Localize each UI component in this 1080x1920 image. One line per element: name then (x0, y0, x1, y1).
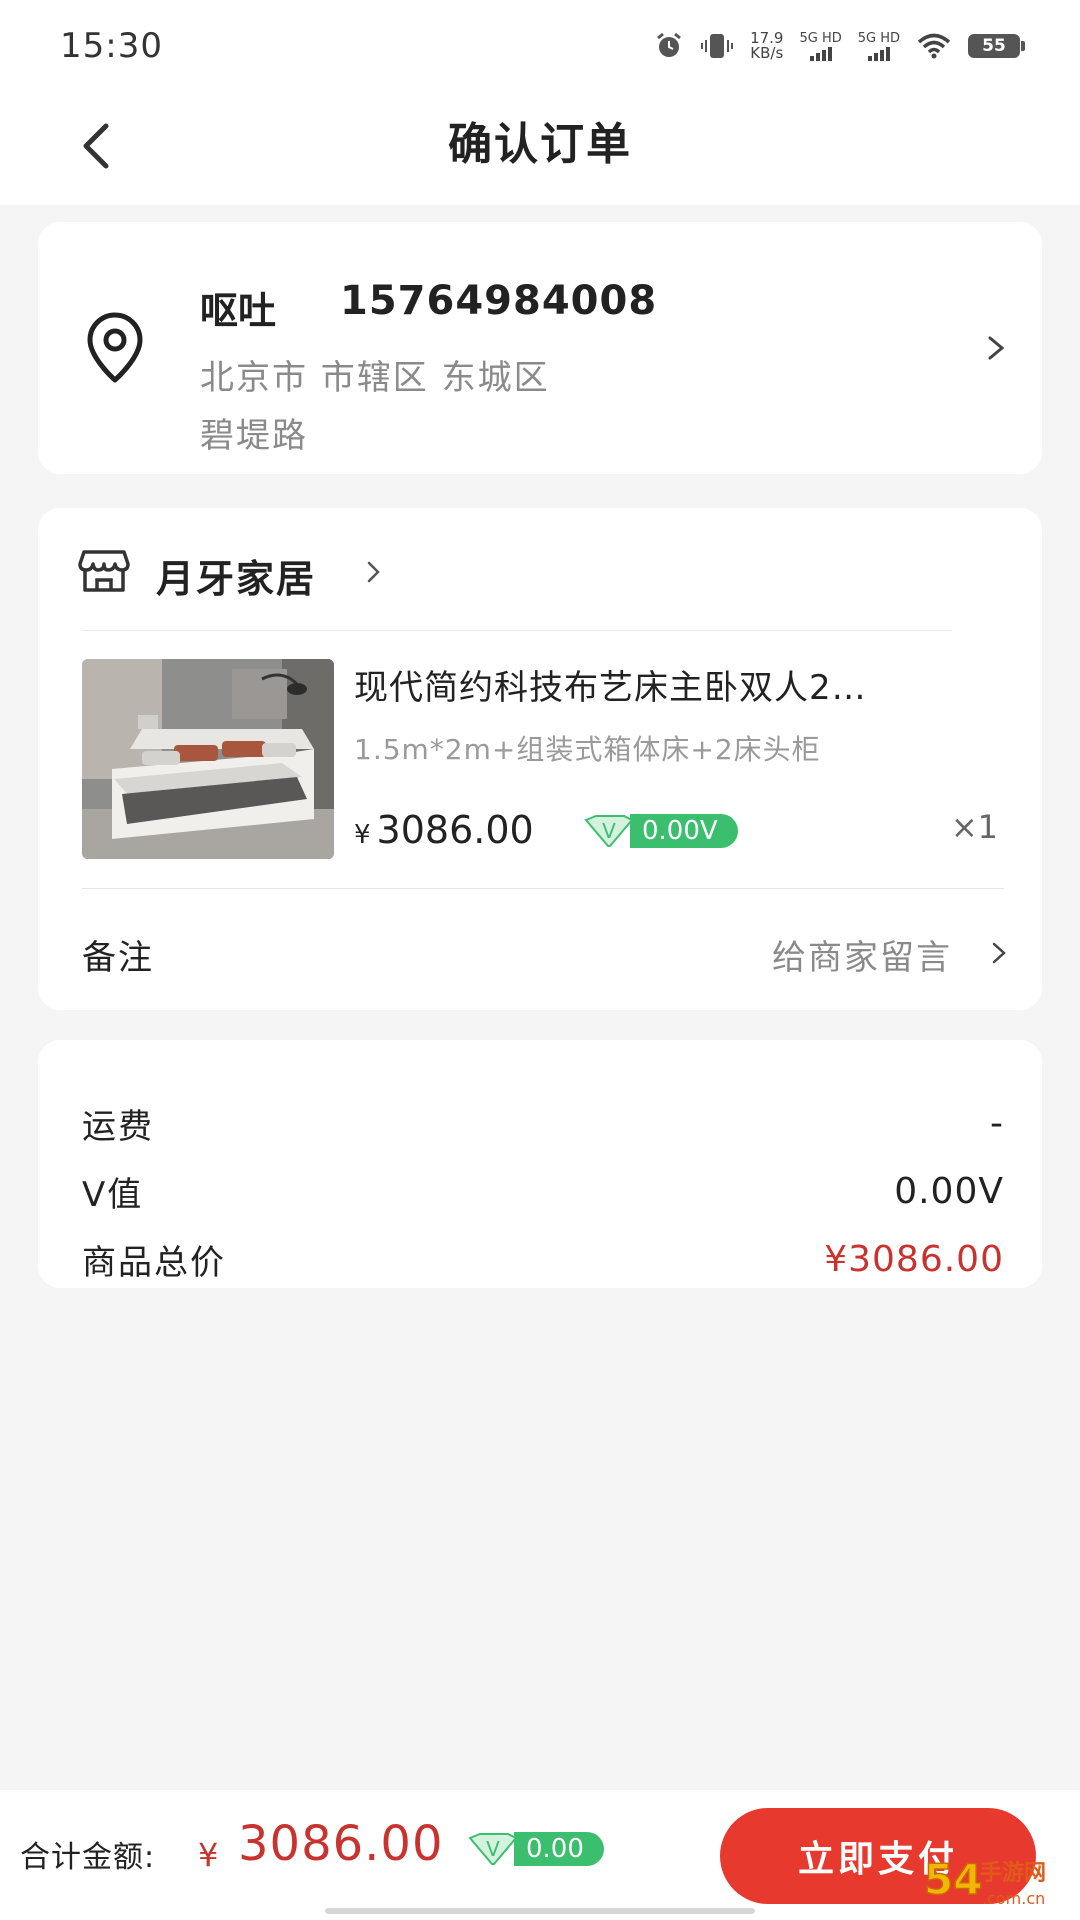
watermark-text: 手游网 (980, 1860, 1046, 1886)
v-value-badge: V 0.00 (468, 1832, 604, 1866)
wifi-icon (917, 33, 951, 59)
goods-total-label: 商品总价 (82, 1242, 226, 1283)
status-time: 15:30 (60, 26, 163, 66)
watermark-number: 54 (924, 1855, 982, 1904)
goods-total-value: ¥3086.00 (824, 1238, 1004, 1280)
battery-icon: 55 (968, 34, 1025, 58)
shipping-row: 运费 - (82, 1098, 1004, 1148)
network-speed: 17.9 KB/s (750, 31, 783, 61)
product-title[interactable]: 现代简约科技布艺床主卧双人2… (354, 660, 994, 709)
remark-input[interactable]: 给商家留言 (772, 930, 952, 979)
address-card[interactable]: 呕吐 15764984008 北京市 市辖区 东城区 碧堤路 (38, 222, 1042, 474)
sim2-label: 5G HD (857, 30, 900, 46)
recipient-name: 呕吐 (200, 289, 277, 333)
store-name[interactable]: 月牙家居 (156, 548, 316, 603)
home-indicator[interactable] (325, 1908, 755, 1914)
divider (82, 888, 1004, 889)
v-badge-value: 0.00V (630, 814, 738, 848)
signal-bars-icon (809, 46, 832, 61)
v-value-amount: 0.00V (894, 1170, 1004, 1212)
recipient-phone: 15764984008 (340, 278, 658, 324)
network-speed-unit: KB/s (750, 44, 784, 62)
address-region: 北京市 市辖区 东城区 (200, 358, 550, 398)
shipping-label: 运费 (82, 1106, 154, 1147)
v-badge-icon: V (468, 1833, 518, 1865)
status-bar: 15:30 17.9 KB/s 5G HD 5G HD 55 (0, 0, 1080, 90)
divider (82, 630, 952, 631)
vibrate-icon (701, 34, 734, 58)
product-spec: 1.5m*2m+组装式箱体床+2床头柜 (354, 733, 821, 766)
v-badge-letter: V (602, 819, 616, 843)
shipping-value: - (990, 1102, 1004, 1144)
checkout-bar: 合计金额: ¥ 3086.00 V 0.00 立即支付 (0, 1790, 1080, 1920)
total-amount: 3086.00 (238, 1816, 444, 1872)
v-value-badge: V 0.00V (584, 814, 738, 848)
signal-bars-icon (867, 46, 890, 61)
chevron-right-icon[interactable] (366, 558, 382, 586)
currency-symbol: ¥ (354, 820, 371, 850)
product-image[interactable] (82, 659, 334, 859)
v-value-label: V值 (82, 1174, 144, 1215)
goods-total-row: 商品总价 ¥3086.00 (82, 1234, 1004, 1284)
product-price: ¥ 3086.00 (354, 808, 534, 852)
remark-label: 备注 (82, 938, 154, 978)
alarm-icon (657, 32, 681, 57)
chevron-right-icon[interactable] (990, 938, 1008, 968)
sim2-signal: 5G HD (858, 32, 900, 61)
price-summary-card: 运费 - V值 0.00V 商品总价 ¥3086.00 (38, 1040, 1042, 1288)
product-quantity: ×1 (950, 808, 998, 846)
product-price-value: 3086.00 (376, 808, 534, 852)
navigation-bar: 确认订单 (0, 90, 1080, 205)
v-badge-value: 0.00 (514, 1832, 604, 1866)
status-icons: 17.9 KB/s 5G HD 5G HD 55 (654, 26, 1025, 66)
v-badge-icon: V (584, 815, 634, 847)
shop-card: 月牙家居 现代简约科技布艺床主卧双人2… 1.5m*2m+组装式箱体床+2床头柜… (38, 508, 1042, 1010)
address-street: 碧堤路 (200, 416, 308, 456)
watermark-domain: .com.cn (982, 1889, 1045, 1908)
sim1-signal: 5G HD (799, 30, 842, 61)
chevron-right-icon (988, 336, 1005, 360)
page-title: 确认订单 (448, 119, 632, 170)
location-pin-icon (87, 312, 143, 383)
sim1-label: 5G HD (799, 30, 842, 46)
v-value-row: V值 0.00V (82, 1166, 1004, 1216)
total-label: 合计金额: (20, 1840, 156, 1875)
store-icon[interactable] (78, 548, 130, 594)
total-currency: ¥ (198, 1836, 219, 1874)
site-watermark-logo: 54 手游网 .com.cn (923, 1854, 1046, 1908)
v-badge-letter: V (486, 1837, 500, 1861)
